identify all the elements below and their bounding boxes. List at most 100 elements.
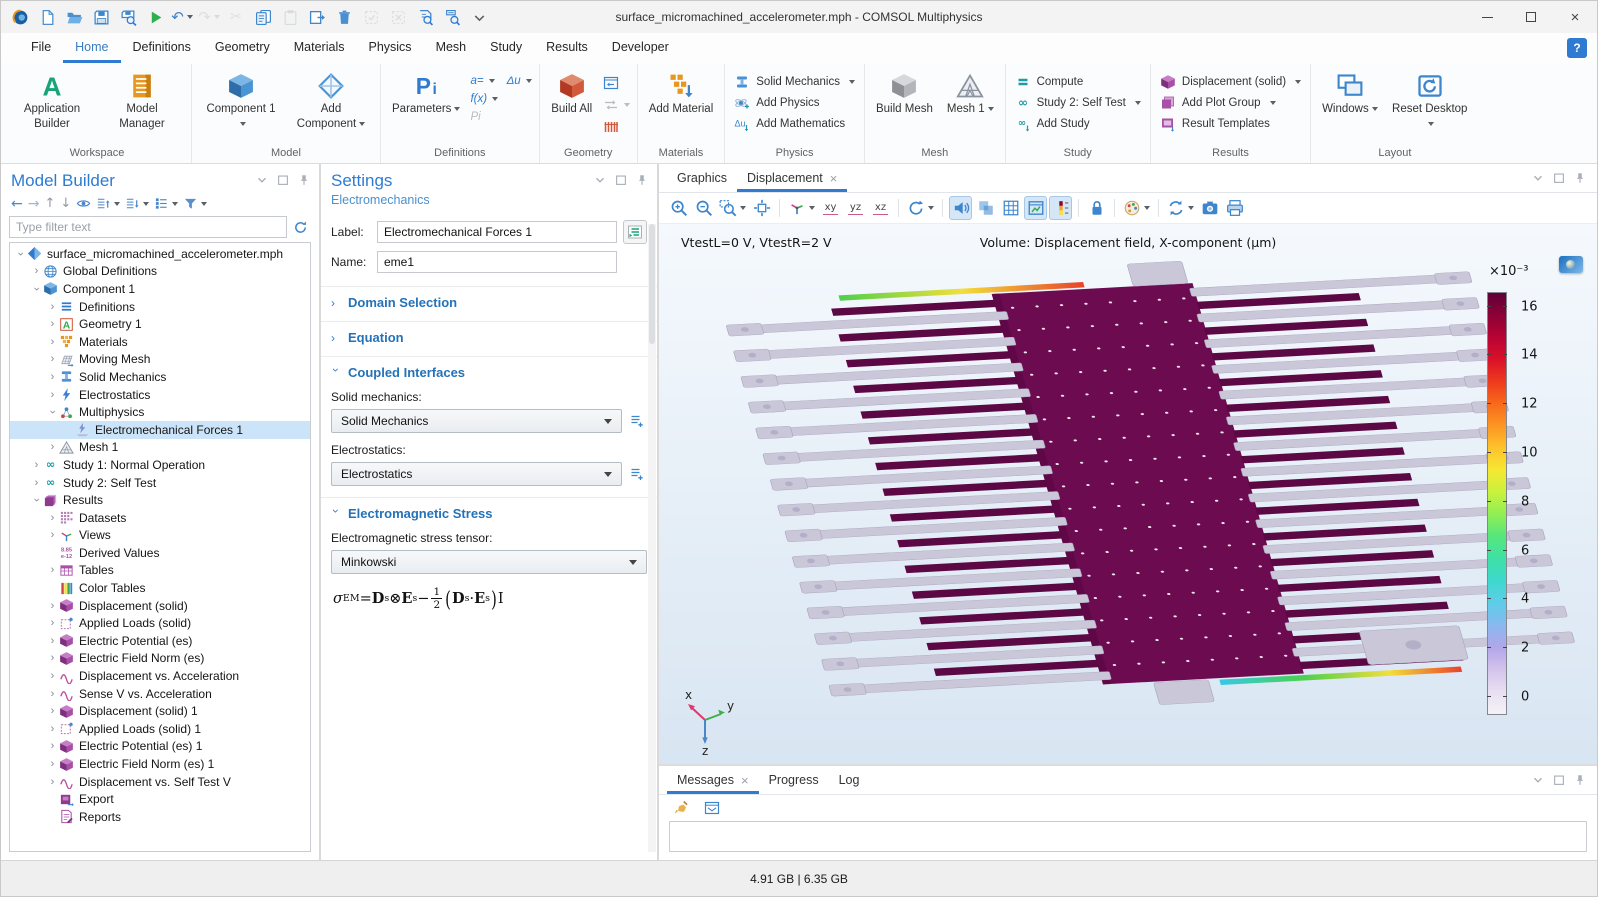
- tree-item-electric-field-norm-es[interactable]: ›Electric Field Norm (es): [10, 650, 310, 668]
- forward-button[interactable]: →: [26, 196, 42, 212]
- application-builder-button[interactable]: AApplication Builder: [8, 67, 96, 135]
- update-plot-button[interactable]: [1165, 196, 1196, 220]
- model-manager-button[interactable]: Model Manager: [98, 67, 186, 135]
- insert-sequence-button[interactable]: [601, 74, 621, 92]
- close-tab-icon[interactable]: ×: [830, 165, 838, 192]
- tree-item-surface-micromachined-accelerometer-mph[interactable]: ›surface_micromachined_accelerometer.mph: [10, 245, 310, 263]
- tree-expander[interactable]: ›: [46, 635, 59, 647]
- tree-item-electromechanical-forces-1[interactable]: Electromechanical Forces 1: [10, 421, 310, 439]
- tree-item-color-tables[interactable]: Color Tables: [10, 579, 310, 597]
- tree-expander[interactable]: ›: [31, 494, 43, 507]
- move-up-button[interactable]: ↑: [42, 196, 57, 211]
- move-down-button[interactable]: ↓: [58, 196, 73, 211]
- open-messages-window-button[interactable]: [700, 796, 723, 820]
- menu-tab-definitions[interactable]: Definitions: [121, 33, 203, 63]
- clear-messages-button[interactable]: [669, 796, 692, 820]
- tree-expander[interactable]: ›: [46, 353, 59, 365]
- chevron-down-button[interactable]: [255, 173, 269, 190]
- pin-button[interactable]: [1573, 171, 1587, 188]
- delete-button[interactable]: [331, 4, 357, 30]
- show-button[interactable]: [74, 195, 93, 212]
- image-appearance-button[interactable]: [1121, 196, 1152, 220]
- maximize-button[interactable]: [1509, 1, 1553, 33]
- tree-expander[interactable]: ›: [46, 652, 59, 664]
- save-button[interactable]: [88, 4, 114, 30]
- zoom-out-button[interactable]: [692, 196, 715, 220]
- rotate-button[interactable]: [905, 196, 936, 220]
- new-file-button[interactable]: [34, 4, 60, 30]
- label-input[interactable]: [377, 221, 617, 243]
- find-button[interactable]: [412, 4, 438, 30]
- tree-expander[interactable]: ›: [46, 301, 59, 313]
- section-header-equation[interactable]: › Equation: [331, 330, 647, 345]
- tree-expander[interactable]: ›: [46, 564, 59, 576]
- messages-output[interactable]: [669, 821, 1587, 852]
- tree-item-multiphysics[interactable]: ›Multiphysics: [10, 403, 310, 421]
- build-all-button[interactable]: Build All: [545, 67, 599, 120]
- menu-tab-study[interactable]: Study: [478, 33, 534, 63]
- tree-expander[interactable]: ›: [46, 318, 59, 330]
- menu-tab-developer[interactable]: Developer: [600, 33, 681, 63]
- back-button[interactable]: ←: [9, 196, 25, 212]
- tree-expander[interactable]: ›: [30, 477, 43, 489]
- collapse-all-button[interactable]: [123, 195, 151, 212]
- tree-expander[interactable]: ›: [46, 688, 59, 700]
- tree-expander[interactable]: ›: [46, 617, 59, 629]
- save-as-button[interactable]: [115, 4, 141, 30]
- duplicate-button[interactable]: [304, 4, 330, 30]
- grid-button[interactable]: [999, 196, 1022, 220]
- minimize-button[interactable]: [1465, 1, 1509, 33]
- stress-tensor-select[interactable]: Minkowski: [331, 550, 647, 574]
- close-button[interactable]: ×: [1553, 1, 1597, 33]
- messages-tab-messages[interactable]: Messages×: [667, 766, 759, 794]
- mesh-1-button[interactable]: Mesh 1: [941, 67, 1000, 120]
- result-templates-button[interactable]: Result Templates: [1160, 116, 1301, 132]
- tree-expander[interactable]: ›: [31, 282, 43, 295]
- add-component-button[interactable]: Add Component: [287, 67, 375, 135]
- tree-item-global-definitions[interactable]: ›Global Definitions: [10, 263, 310, 281]
- tree-item-electric-potential-es[interactable]: ›Electric Potential (es): [10, 632, 310, 650]
- add-plot-group-button[interactable]: Add Plot Group: [1160, 95, 1301, 111]
- study-2-self-test-button[interactable]: ∞Study 2: Self Test: [1015, 95, 1141, 111]
- add-physics-interface-icon[interactable]: [629, 465, 647, 483]
- variables-button[interactable]: a=: [468, 74, 496, 88]
- print-button[interactable]: [1223, 196, 1246, 220]
- go-to-view-button[interactable]: [786, 196, 817, 220]
- pin-button[interactable]: [297, 173, 311, 190]
- find-replace-button[interactable]: [439, 4, 465, 30]
- tree-expander[interactable]: ›: [46, 723, 59, 735]
- tree-item-component-1[interactable]: ›Component 1: [10, 280, 310, 298]
- tree-expander[interactable]: ›: [46, 389, 59, 401]
- tree-expander[interactable]: ›: [46, 705, 59, 717]
- section-header-domain-selection[interactable]: › Domain Selection: [331, 295, 647, 310]
- menu-tab-mesh[interactable]: Mesh: [424, 33, 479, 63]
- tree-expander[interactable]: ›: [46, 600, 59, 612]
- tree-item-study-2-self-test[interactable]: ›∞Study 2: Self Test: [10, 474, 310, 492]
- add-mathematics-button[interactable]: ΔuAdd Mathematics: [734, 116, 855, 132]
- component-1-button[interactable]: Component 1: [197, 67, 285, 135]
- tree-item-definitions[interactable]: ›Definitions: [10, 298, 310, 316]
- pin-button[interactable]: [635, 173, 649, 190]
- filter-button[interactable]: [181, 195, 209, 212]
- plot-in-window-button[interactable]: [1024, 196, 1047, 220]
- model-tree-nodes-button[interactable]: [152, 195, 180, 212]
- menu-tab-home[interactable]: Home: [63, 33, 120, 63]
- lock-axes-button[interactable]: [1085, 196, 1108, 220]
- expand-all-button[interactable]: [94, 195, 122, 212]
- scene-light-button[interactable]: [949, 196, 972, 220]
- tree-item-electric-field-norm-es-1[interactable]: ›Electric Field Norm (es) 1: [10, 755, 310, 773]
- tree-item-displacement-vs-self-test-v[interactable]: ›Displacement vs. Self Test V: [10, 773, 310, 791]
- tree-item-geometry-1[interactable]: ›AGeometry 1: [10, 315, 310, 333]
- settings-scrollbar[interactable]: [648, 224, 656, 852]
- float-button[interactable]: [1552, 171, 1566, 188]
- tree-item-applied-loads-solid[interactable]: ›Applied Loads (solid): [10, 614, 310, 632]
- zoom-in-button[interactable]: [667, 196, 690, 220]
- chevron-down-button[interactable]: [1531, 171, 1545, 188]
- tree-item-views[interactable]: ›Views: [10, 527, 310, 545]
- tree-item-materials[interactable]: ›Materials: [10, 333, 310, 351]
- messages-tab-progress[interactable]: Progress: [759, 766, 829, 794]
- tree-item-displacement-vs-acceleration[interactable]: ›Displacement vs. Acceleration: [10, 667, 310, 685]
- zoom-box-button[interactable]: [717, 196, 748, 220]
- help-button[interactable]: ?: [1567, 38, 1587, 58]
- tree-expander[interactable]: ›: [46, 758, 59, 770]
